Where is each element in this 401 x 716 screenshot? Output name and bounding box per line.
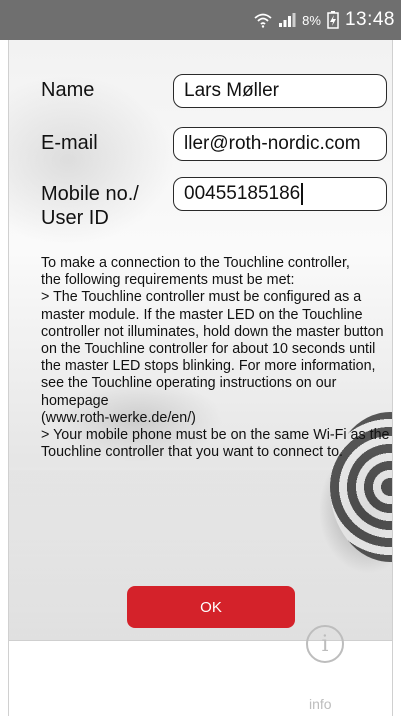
- email-field-value: ller@roth-nordic.com: [184, 133, 361, 154]
- mobile-field[interactable]: 00455185186: [173, 177, 387, 211]
- info-icon[interactable]: i: [306, 625, 344, 663]
- name-label: Name: [41, 79, 95, 101]
- status-bar: 8% 13:48: [0, 0, 401, 40]
- ok-button[interactable]: OK: [127, 586, 295, 628]
- frame-border-left: [8, 40, 9, 716]
- battery-percent: 8%: [302, 12, 321, 28]
- status-clock: 13:48: [344, 9, 395, 30]
- signal-icon: [278, 12, 296, 28]
- email-label: E-mail: [41, 132, 98, 154]
- info-label[interactable]: info: [309, 696, 332, 712]
- frame-border-right: [392, 40, 393, 716]
- name-field[interactable]: Lars Møller: [173, 74, 387, 108]
- mobile-label-line2: User ID: [41, 207, 109, 229]
- battery-charging-icon: [327, 11, 339, 29]
- mobile-label: Mobile no./ User ID: [41, 182, 139, 230]
- email-field[interactable]: ller@roth-nordic.com: [173, 127, 387, 161]
- wifi-icon: [254, 12, 272, 28]
- text-cursor: [301, 183, 303, 205]
- mobile-label-line1: Mobile no./: [41, 183, 139, 205]
- requirements-text: To make a connection to the Touchline co…: [41, 255, 390, 461]
- name-field-value: Lars Møller: [184, 80, 280, 101]
- mobile-field-value: 00455185186: [184, 183, 301, 204]
